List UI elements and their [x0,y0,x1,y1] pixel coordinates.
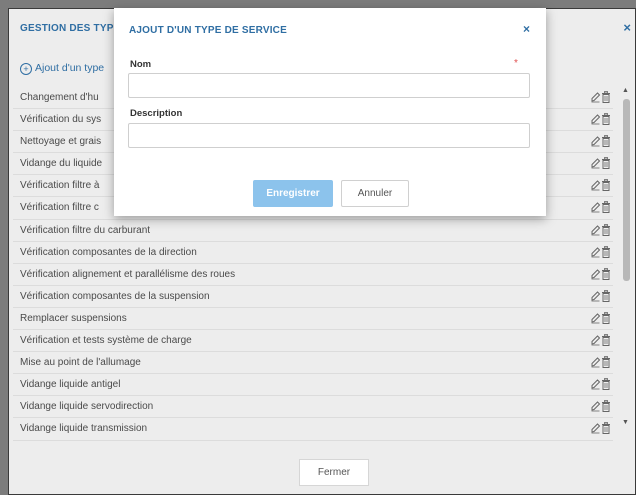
service-type-label: Vérification filtre du carburant [20,224,151,236]
service-type-row: Vérification composantes de la suspensio… [13,286,613,308]
row-actions [590,201,611,214]
scroll-down-icon[interactable]: ▼ [622,419,629,427]
trash-icon[interactable] [601,91,611,108]
edit-icon[interactable] [590,179,601,196]
service-type-label: Remplacer suspensions [20,312,127,324]
row-actions [590,400,611,413]
service-type-row: Vérification composantes de la direction [13,242,613,264]
service-type-label: Vérification et tests système de charge [20,335,192,347]
service-type-label: Changement d'hu [20,92,99,103]
trash-icon[interactable] [601,157,611,174]
service-type-row: Vidange liquide antigel [13,374,613,397]
edit-icon[interactable] [590,224,601,241]
edit-icon[interactable] [590,113,601,130]
edit-icon[interactable] [590,422,601,439]
cancel-button[interactable]: Annuler [341,180,409,207]
trash-icon[interactable] [601,135,611,152]
edit-icon[interactable] [590,312,601,329]
row-actions [590,289,611,303]
service-type-label: Vérification du sys [20,114,102,126]
trash-icon[interactable] [601,267,611,285]
service-type-row: Vérification alignement et parallélisme … [13,264,613,286]
trash-icon[interactable] [601,400,611,417]
edit-icon[interactable] [590,157,601,174]
row-actions [590,334,611,347]
name-label: Nom [130,59,152,70]
modal-close-icon[interactable]: × [523,23,530,35]
service-type-label: Vérification composantes de la suspensio… [20,290,210,302]
plus-circle-icon: + [20,63,32,75]
row-actions [590,378,611,391]
edit-icon[interactable] [590,356,601,373]
save-button[interactable]: Enregistrer [253,180,333,207]
service-type-label: Vérification composantes de la direction [20,246,197,258]
trash-icon[interactable] [601,334,611,351]
list-scrollbar[interactable]: ▲ ▼ [621,87,631,427]
description-label: Description [130,108,183,119]
scroll-thumb[interactable] [623,99,630,281]
trash-icon[interactable] [601,312,611,329]
close-button[interactable]: Fermer [299,459,369,486]
service-type-row: Mise au point de l'allumage [13,352,613,375]
row-actions [590,135,611,148]
close-icon[interactable]: × [623,21,631,34]
trash-icon[interactable] [601,245,611,263]
trash-icon[interactable] [601,378,611,395]
row-actions [590,245,611,259]
scroll-up-icon[interactable]: ▲ [622,87,629,95]
edit-icon[interactable] [590,201,601,218]
service-type-row: Vidange liquide transmission [13,418,613,441]
service-type-row: Vidange liquide servodirection [13,396,613,419]
trash-icon[interactable] [601,113,611,130]
service-type-label: Vérification filtre à [20,180,100,192]
row-actions [590,179,611,192]
trash-icon[interactable] [601,422,611,439]
add-service-type-label: Ajout d'un type [35,62,105,74]
edit-icon[interactable] [590,91,601,108]
row-actions [590,113,611,126]
row-actions [590,422,611,435]
service-type-row: Vérification filtre du carburant [13,220,613,242]
edit-icon[interactable] [590,135,601,152]
service-type-label: Mise au point de l'allumage [20,357,141,369]
service-type-label: Nettoyage et grais [20,136,102,148]
row-actions [590,312,611,325]
row-actions [590,356,611,369]
trash-icon[interactable] [601,179,611,196]
modal-title: AJOUT D'UN TYPE DE SERVICE [129,25,287,36]
required-marker: * [514,58,518,69]
service-type-label: Vidange liquide servodirection [20,401,154,413]
service-type-row: Remplacer suspensions [13,308,613,331]
service-type-row: Vérification et tests système de charge [13,330,613,353]
trash-icon[interactable] [601,289,611,307]
row-actions [590,91,611,104]
edit-icon[interactable] [590,400,601,417]
row-actions [590,157,611,170]
edit-icon[interactable] [590,334,601,351]
add-service-type-link[interactable]: + Ajout d'un type [20,62,104,75]
trash-icon[interactable] [601,223,611,241]
edit-icon[interactable] [590,378,601,395]
dialog-title: GESTION DES TYP [20,23,114,34]
add-service-type-modal: AJOUT D'UN TYPE DE SERVICE × Nom * Descr… [114,8,546,216]
edit-icon[interactable] [590,268,601,285]
service-type-label: Vidange liquide antigel [20,379,121,391]
service-type-label: Vidange liquide transmission [20,423,148,435]
description-input[interactable] [128,123,530,148]
edit-icon[interactable] [590,246,601,263]
service-type-label: Vidange du liquide [20,158,103,170]
service-type-label: Vérification alignement et parallélisme … [20,268,236,280]
row-actions [590,223,611,237]
name-input[interactable] [128,73,530,98]
trash-icon[interactable] [601,201,611,218]
row-actions [590,267,611,281]
trash-icon[interactable] [601,356,611,373]
edit-icon[interactable] [590,290,601,307]
service-type-label: Vérification filtre c [20,202,99,214]
